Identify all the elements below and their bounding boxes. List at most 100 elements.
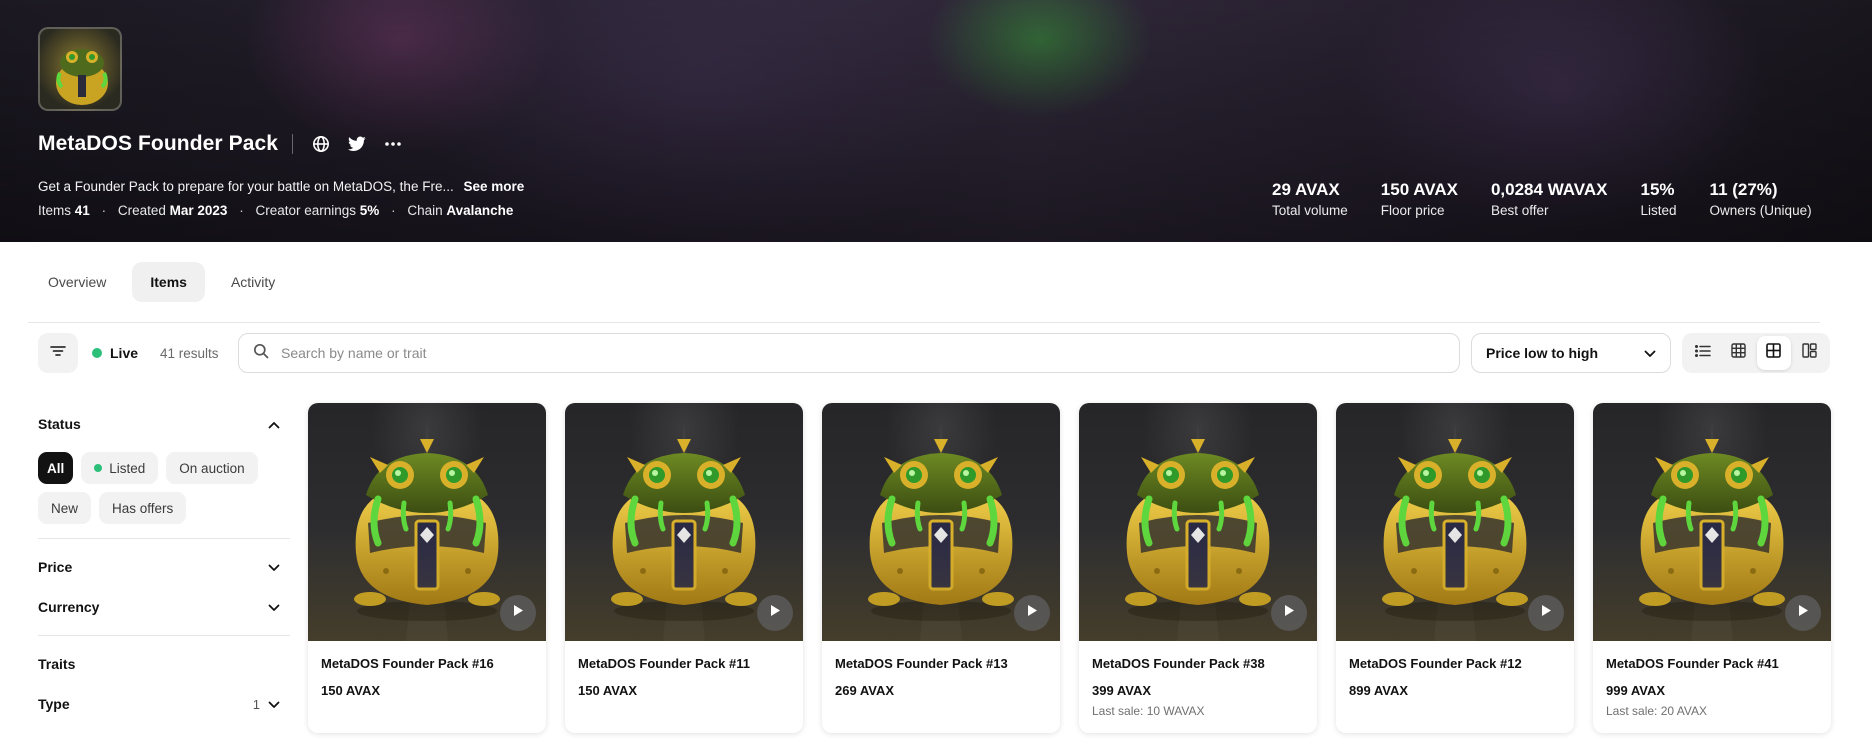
description-text: Get a Founder Pack to prepare for your b… (38, 179, 454, 194)
item-card[interactable]: MetaDOS Founder Pack #13 269 AVAX (822, 403, 1060, 733)
item-image[interactable] (1336, 403, 1574, 641)
stat-floor-price: 150 AVAX Floor price (1381, 179, 1458, 218)
more-horizontal-icon[interactable] (381, 132, 405, 156)
item-image[interactable] (1593, 403, 1831, 641)
play-button[interactable] (1785, 595, 1821, 631)
meta-separator: · (239, 203, 244, 218)
created-label: Created (117, 203, 166, 218)
list-view-button[interactable] (1686, 336, 1720, 370)
filter-sidebar: Status All Listed On auction New Has off… (38, 404, 290, 724)
results-count: 41 results (160, 345, 219, 361)
price-title: Price (38, 559, 73, 575)
sidebar-divider (38, 538, 290, 539)
collection-avatar (38, 27, 122, 111)
play-icon (769, 604, 781, 622)
stat-listed: 15% Listed (1641, 179, 1677, 218)
list-view-icon (1694, 344, 1711, 362)
item-image[interactable] (1079, 403, 1317, 641)
globe-icon[interactable] (309, 132, 333, 156)
meta-separator: · (101, 203, 107, 218)
item-price: 150 AVAX (578, 683, 638, 698)
status-chip-on-auction[interactable]: On auction (166, 452, 258, 484)
collection-tabs: Overview Items Activity (30, 262, 301, 302)
item-name: MetaDOS Founder Pack #16 (321, 656, 494, 671)
item-image[interactable] (822, 403, 1060, 641)
grid-mosaic-icon (1802, 343, 1817, 363)
collection-title: MetaDOS Founder Pack (38, 132, 279, 155)
filter-icon (50, 344, 66, 362)
play-button[interactable] (1528, 595, 1564, 631)
stat-value: 0,0284 WAVAX (1490, 180, 1608, 199)
status-chip-listed[interactable]: Listed (81, 452, 159, 484)
item-image[interactable] (565, 403, 803, 641)
stat-label: Best offer (1490, 203, 1549, 218)
status-chip-has-offers[interactable]: Has offers (99, 492, 187, 524)
title-divider (292, 134, 294, 154)
tab-activity[interactable]: Activity (213, 262, 293, 302)
collection-meta: Items 41 · Created Mar 2023 · Creator ea… (38, 203, 513, 218)
chain-value: Avalanche (446, 203, 514, 218)
play-button[interactable] (1271, 595, 1307, 631)
live-label: Live (110, 345, 139, 361)
item-price: 399 AVAX (1092, 683, 1152, 698)
stat-owners: 11 (27%) Owners (Unique) (1710, 179, 1812, 218)
currency-section-header[interactable]: Currency (38, 587, 290, 627)
item-grid: MetaDOS Founder Pack #16 150 AVAX MetaDO… (308, 403, 1831, 733)
collection-description: Get a Founder Pack to prepare for your b… (38, 179, 524, 194)
filter-toggle-button[interactable] (38, 333, 78, 373)
stat-value: 11 (27%) (1709, 180, 1778, 199)
stat-value: 15% (1640, 180, 1675, 199)
status-chip-all[interactable]: All (38, 452, 74, 484)
stat-value: 150 AVAX (1380, 180, 1458, 199)
live-dot (92, 348, 102, 358)
play-button[interactable] (500, 595, 536, 631)
twitter-icon[interactable] (345, 132, 369, 156)
play-button[interactable] (757, 595, 793, 631)
item-image[interactable] (308, 403, 546, 641)
sort-value: Price low to high (1486, 345, 1599, 361)
item-card[interactable]: MetaDOS Founder Pack #38 399 AVAX Last s… (1079, 403, 1317, 733)
search-box[interactable] (238, 333, 1460, 373)
stat-label: Floor price (1380, 203, 1445, 218)
item-card[interactable]: MetaDOS Founder Pack #41 999 AVAX Last s… (1593, 403, 1831, 733)
status-chip-new[interactable]: New (38, 492, 92, 524)
see-more-link[interactable]: See more (463, 179, 524, 194)
grid-mosaic-view-button[interactable] (1792, 336, 1826, 370)
frog-chest-thumbnail (56, 49, 108, 105)
item-card[interactable]: MetaDOS Founder Pack #11 150 AVAX (565, 403, 803, 733)
price-section-header[interactable]: Price (38, 547, 290, 587)
tab-overview[interactable]: Overview (30, 262, 124, 302)
search-input[interactable] (281, 345, 1445, 361)
grid-small-view-button[interactable] (1721, 336, 1755, 370)
item-price: 150 AVAX (321, 683, 381, 698)
grid-small-icon (1731, 343, 1746, 363)
chevron-up-icon (268, 416, 280, 432)
play-icon (1026, 604, 1038, 622)
items-value: 41 (74, 203, 90, 218)
item-card[interactable]: MetaDOS Founder Pack #12 899 AVAX (1336, 403, 1574, 733)
play-button[interactable] (1014, 595, 1050, 631)
earnings-value: 5% (359, 203, 380, 218)
live-indicator[interactable]: Live 41 results (92, 345, 219, 361)
search-icon (253, 343, 269, 364)
status-title: Status (38, 416, 81, 432)
play-icon (1540, 604, 1552, 622)
item-price: 269 AVAX (835, 683, 895, 698)
play-icon (1797, 604, 1809, 622)
stat-label: Total volume (1272, 203, 1348, 218)
traits-section-header: Traits (38, 644, 290, 684)
item-card[interactable]: MetaDOS Founder Pack #16 150 AVAX (308, 403, 546, 733)
play-icon (1283, 604, 1295, 622)
sort-dropdown[interactable]: Price low to high (1471, 333, 1671, 373)
item-last-sale: Last sale: 10 WAVAX (1092, 704, 1205, 718)
sidebar-divider (38, 635, 290, 636)
tab-items[interactable]: Items (132, 262, 205, 302)
chevron-down-icon (1644, 345, 1656, 361)
grid-large-icon (1766, 343, 1782, 363)
listed-dot (94, 464, 103, 472)
item-last-sale: Last sale: 20 AVAX (1606, 704, 1707, 718)
grid-large-view-button[interactable] (1756, 336, 1791, 370)
status-section-header[interactable]: Status (38, 404, 290, 444)
meta-separator: · (391, 203, 396, 218)
type-trait-header[interactable]: Type 1 (38, 684, 290, 724)
